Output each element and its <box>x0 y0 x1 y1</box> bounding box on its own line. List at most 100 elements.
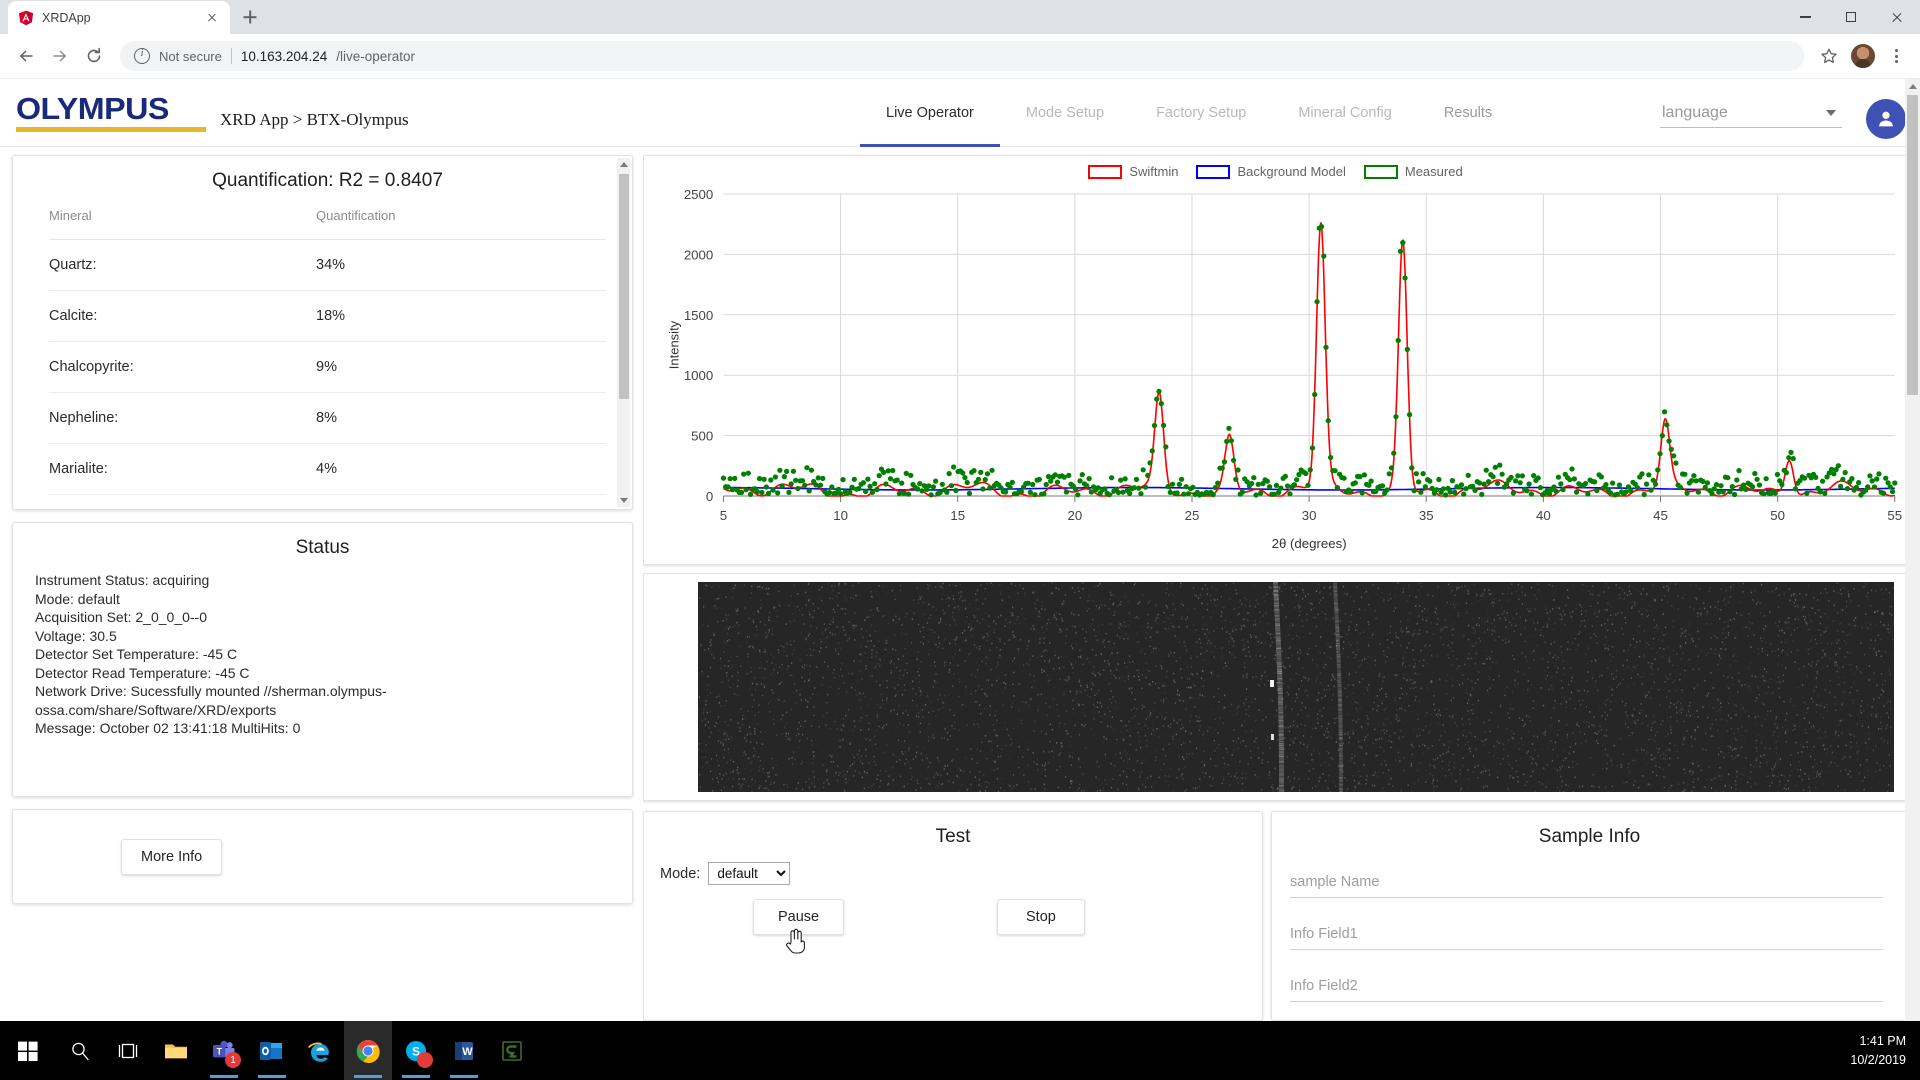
detector-image-panel <box>643 573 1908 801</box>
tab-mineral-config-label: Mineral Config <box>1298 105 1392 121</box>
chart-legend: Swiftmin Background Model Measured <box>644 164 1907 179</box>
sample-info-panel: Sample Info <box>1271 811 1908 1021</box>
star-icon <box>1821 48 1837 64</box>
main-nav: Live Operator Mode Setup Factory Setup M… <box>860 79 1518 147</box>
user-account-button[interactable] <box>1866 99 1906 139</box>
c-app-icon <box>502 1040 522 1061</box>
tab-close-icon[interactable] <box>204 10 220 26</box>
page-scrollbar[interactable] <box>1905 79 1920 1021</box>
browser-window: XRDApp Not secure 10.163.204.24/live-ope… <box>0 0 1920 1021</box>
bookmark-button[interactable] <box>1814 41 1844 71</box>
mineral-name: Nepheline: <box>49 392 316 444</box>
chrome-icon <box>356 1039 380 1063</box>
search-button[interactable] <box>56 1021 104 1080</box>
status-line: Voltage: 30.5 <box>35 627 117 644</box>
maximize-icon <box>1846 12 1856 22</box>
reload-button[interactable] <box>78 40 110 72</box>
quantification-scrollbar[interactable] <box>617 158 630 507</box>
sample-info-title: Sample Info <box>1538 826 1641 847</box>
mode-select[interactable]: default <box>708 862 791 885</box>
new-tab-button[interactable] <box>236 3 264 31</box>
profile-avatar[interactable] <box>1851 44 1875 68</box>
quantification-panel: Quantification: R2 = 0.8407 Mineral Quan… <box>12 155 633 510</box>
browser-tabstrip: XRDApp <box>0 0 1920 34</box>
tab-mode-setup[interactable]: Mode Setup <box>1000 79 1130 147</box>
svg-text:15: 15 <box>950 508 965 523</box>
legend-label-background-model: Background Model <box>1237 164 1346 179</box>
status-line: Acquisition Set: 2_0_0_0--0 <box>35 609 207 626</box>
svg-text:2500: 2500 <box>684 187 713 202</box>
back-button[interactable] <box>10 40 42 72</box>
right-column: Swiftmin Background Model Measured 0 500 1… <box>643 147 1920 1021</box>
svg-text:35: 35 <box>1419 508 1434 523</box>
maximize-button[interactable] <box>1828 1 1874 33</box>
tab-live-operator[interactable]: Live Operator <box>860 79 1000 147</box>
language-selector[interactable]: language <box>1660 101 1842 128</box>
table-header-row: Mineral Quantification <box>49 202 606 240</box>
tab-mineral-config[interactable]: Mineral Config <box>1272 79 1418 147</box>
close-window-button[interactable] <box>1874 1 1920 33</box>
svg-text:1000: 1000 <box>684 368 713 383</box>
clock-date: 10/2/2019 <box>1850 1052 1906 1067</box>
folder-icon <box>165 1044 187 1058</box>
skype-badge <box>417 1052 433 1068</box>
page-scrollbar-thumb[interactable] <box>1907 95 1918 395</box>
browser-menu-button[interactable] <box>1882 42 1910 70</box>
browser-tab[interactable]: XRDApp <box>8 1 230 34</box>
more-info-button[interactable]: More Info <box>121 838 223 875</box>
reload-icon <box>87 47 101 63</box>
internet-explorer-button[interactable] <box>296 1021 344 1080</box>
svg-text:55: 55 <box>1887 508 1902 523</box>
tab-factory-setup[interactable]: Factory Setup <box>1130 79 1272 147</box>
xrd-application: OLYMPUS XRD App > BTX-Olympus Live Opera… <box>0 79 1920 1021</box>
url-path: /live-operator <box>336 48 416 64</box>
tab-results[interactable]: Results <box>1418 79 1518 147</box>
windows-icon <box>18 1041 38 1061</box>
windows-taskbar: T 1 S W 1:41 PM 10/2/2019 <box>0 1021 1920 1080</box>
status-lines: Instrument Status: acquiring Mode: defau… <box>13 569 632 738</box>
svg-text:25: 25 <box>1185 508 1200 523</box>
more-info-panel: More Info <box>12 809 633 904</box>
address-bar[interactable]: Not secure 10.163.204.24/live-operator <box>120 41 1804 71</box>
sample-name-input[interactable] <box>1290 870 1883 898</box>
taskbar-clock[interactable]: 1:41 PM 10/2/2019 <box>1850 1021 1906 1080</box>
file-explorer-button[interactable] <box>152 1021 200 1080</box>
status-line: Detector Read Temperature: -45 C <box>35 664 250 681</box>
forward-arrow-icon <box>53 50 66 62</box>
status-title: Status <box>295 537 350 558</box>
ie-icon <box>308 1042 329 1062</box>
clock-time: 1:41 PM <box>1859 1033 1906 1048</box>
skype-button[interactable]: S <box>392 1021 440 1080</box>
mineral-name: Marialite: <box>49 443 316 495</box>
info-field1-input[interactable] <box>1290 922 1883 950</box>
green-c-app-button[interactable] <box>488 1021 536 1080</box>
brand-area: OLYMPUS XRD App > BTX-Olympus <box>0 93 409 132</box>
olympus-logo: OLYMPUS <box>16 93 206 132</box>
forward-button[interactable] <box>44 40 76 72</box>
microsoft-word-button[interactable]: W <box>440 1021 488 1080</box>
legend-item-measured: Measured <box>1363 164 1463 179</box>
google-chrome-button[interactable] <box>344 1021 392 1080</box>
column-header-quantification: Quantification <box>316 202 606 240</box>
task-view-button[interactable] <box>104 1021 152 1080</box>
language-select[interactable]: language <box>1660 101 1842 128</box>
search-icon <box>72 1042 89 1060</box>
tab-factory-setup-label: Factory Setup <box>1156 105 1247 121</box>
svg-text:1500: 1500 <box>684 308 713 323</box>
minimize-button[interactable] <box>1782 1 1828 33</box>
legend-label-measured: Measured <box>1404 164 1463 179</box>
info-field2-input[interactable] <box>1290 974 1883 1002</box>
scrollbar-thumb[interactable] <box>618 174 629 399</box>
back-arrow-icon <box>20 50 33 62</box>
scroll-up-icon[interactable] <box>617 158 630 171</box>
outlook-button[interactable] <box>248 1021 296 1080</box>
microsoft-teams-button[interactable]: T 1 <box>200 1021 248 1080</box>
mode-row: Mode: default <box>644 858 1262 885</box>
url-host: 10.163.204.24 <box>240 48 328 64</box>
scroll-down-icon[interactable] <box>617 494 630 507</box>
angular-icon <box>18 10 34 26</box>
start-button[interactable] <box>0 1021 56 1080</box>
logo-text: OLYMPUS <box>16 91 169 126</box>
svg-text:45: 45 <box>1653 508 1668 523</box>
stop-button[interactable]: Stop <box>997 899 1085 935</box>
